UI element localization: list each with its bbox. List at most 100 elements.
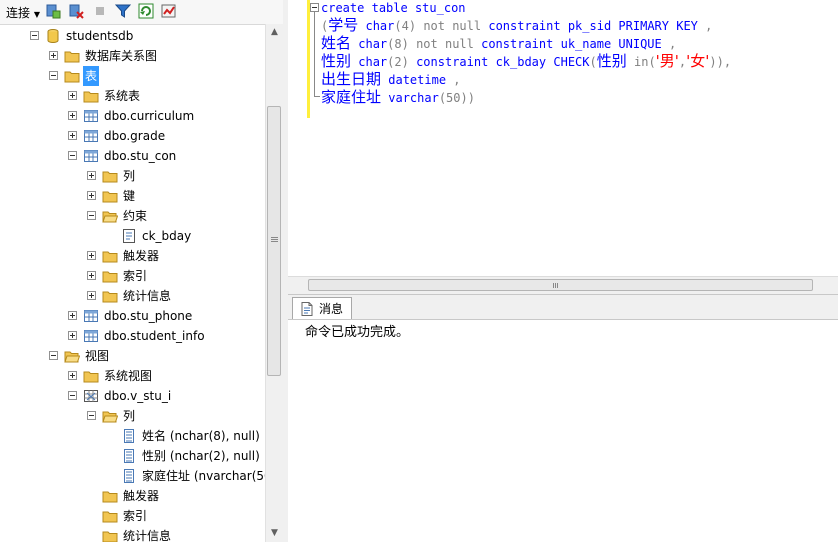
folder-icon bbox=[64, 71, 80, 83]
expand-toggle[interactable] bbox=[68, 331, 77, 340]
activity-monitor-icon[interactable] bbox=[161, 3, 177, 19]
collapse-toggle[interactable] bbox=[49, 71, 58, 80]
expand-toggle[interactable] bbox=[87, 171, 96, 180]
scroll-up-icon[interactable]: ▲ bbox=[266, 24, 283, 41]
connect-button[interactable]: 连接 ▼ bbox=[6, 4, 40, 21]
node-label: 触发器 bbox=[123, 489, 160, 503]
tab-messages[interactable]: 消息 bbox=[292, 297, 352, 319]
tree-node-views[interactable]: 视图 bbox=[0, 346, 265, 366]
tree-node-triggers[interactable]: 触发器 bbox=[0, 246, 265, 266]
tree-node-table-grade[interactable]: dbo.grade bbox=[0, 126, 265, 146]
refresh-icon[interactable] bbox=[138, 3, 154, 19]
tree-node-table-stu-con[interactable]: dbo.stu_con bbox=[0, 146, 265, 166]
node-label: 视图 bbox=[85, 349, 110, 363]
filter-icon[interactable] bbox=[115, 3, 131, 19]
folder-icon bbox=[102, 491, 118, 503]
expand-toggle[interactable] bbox=[87, 251, 96, 260]
data-type: char bbox=[365, 19, 395, 33]
node-label-selected: 表 bbox=[83, 66, 100, 86]
outline-collapse-icon[interactable] bbox=[310, 3, 319, 12]
tree-node-column-gender[interactable]: 性别 (nchar(2), null) bbox=[0, 446, 265, 466]
expand-toggle[interactable] bbox=[87, 191, 96, 200]
tree-node-statistics[interactable]: 统计信息 bbox=[0, 286, 265, 306]
collapse-toggle[interactable] bbox=[87, 211, 96, 220]
node-label: 列 bbox=[123, 409, 136, 423]
expand-toggle[interactable] bbox=[68, 91, 77, 100]
message-text: 命令已成功完成。 bbox=[305, 325, 410, 340]
table-icon bbox=[84, 130, 98, 142]
outline-line bbox=[314, 12, 315, 96]
folder-icon bbox=[83, 371, 99, 383]
folder-icon bbox=[83, 91, 99, 103]
expand-toggle[interactable] bbox=[68, 131, 77, 140]
stop-icon[interactable] bbox=[92, 3, 108, 19]
tree-node-column-name[interactable]: 姓名 (nchar(8), null) bbox=[0, 426, 265, 446]
node-label: ck_bday bbox=[142, 229, 192, 243]
constraint-icon bbox=[123, 229, 135, 243]
explorer-vertical-scrollbar[interactable]: ▲ ▼ bbox=[265, 24, 283, 542]
tree-node-view-triggers[interactable]: 触发器 bbox=[0, 486, 265, 506]
tree-node-column-address[interactable]: 家庭住址 (nvarchar(50 bbox=[0, 466, 265, 486]
disconnect-icon[interactable] bbox=[68, 3, 84, 19]
tree-node-view-statistics[interactable]: 统计信息 bbox=[0, 526, 265, 542]
expand-toggle[interactable] bbox=[68, 111, 77, 120]
node-label: 索引 bbox=[123, 269, 148, 283]
collapse-toggle[interactable] bbox=[49, 351, 58, 360]
editor-horizontal-scrollbar[interactable] bbox=[288, 276, 838, 294]
connect-server-icon[interactable] bbox=[45, 3, 61, 19]
tree-node-constraint-ck-bday[interactable]: ck_bday bbox=[0, 226, 265, 246]
sql-code[interactable]: create table stu_con (学号 char(4) not null… bbox=[321, 0, 731, 107]
tree-node-table-student-info[interactable]: dbo.student_info bbox=[0, 326, 265, 346]
expand-toggle[interactable] bbox=[87, 291, 96, 300]
folder-icon bbox=[102, 271, 118, 283]
folder-icon bbox=[102, 511, 118, 523]
scrollbar-thumb[interactable] bbox=[267, 106, 281, 376]
tree-node-database[interactable]: studentsdb bbox=[0, 26, 265, 46]
collapse-toggle[interactable] bbox=[68, 391, 77, 400]
collapse-toggle[interactable] bbox=[87, 411, 96, 420]
collapse-toggle[interactable] bbox=[30, 31, 39, 40]
scroll-down-icon[interactable]: ▼ bbox=[266, 525, 283, 542]
folder-open-icon bbox=[64, 351, 80, 363]
column-name: 出生日期 bbox=[321, 70, 382, 88]
tree-node-view-columns[interactable]: 列 bbox=[0, 406, 265, 426]
results-tabstrip: 消息 bbox=[288, 295, 838, 320]
tree-node-indexes[interactable]: 索引 bbox=[0, 266, 265, 286]
node-label: dbo.grade bbox=[104, 129, 166, 143]
tree-node-db-diagrams[interactable]: 数据库关系图 bbox=[0, 46, 265, 66]
tree-node-constraints[interactable]: 约束 bbox=[0, 206, 265, 226]
node-label: 列 bbox=[123, 169, 136, 183]
column-icon bbox=[124, 449, 134, 463]
scrollbar-thumb[interactable] bbox=[308, 279, 813, 291]
punct: )), bbox=[709, 55, 732, 69]
folder-icon bbox=[102, 191, 118, 203]
tree-node-view-indexes[interactable]: 索引 bbox=[0, 506, 265, 526]
tree-node-table-stu-phone[interactable]: dbo.stu_phone bbox=[0, 306, 265, 326]
grip-icon bbox=[553, 283, 554, 288]
constraint-name: ck_bday bbox=[495, 55, 547, 69]
folder-icon bbox=[102, 171, 118, 183]
node-label: 系统表 bbox=[104, 89, 141, 103]
string-literal: '男' bbox=[655, 52, 679, 70]
tree-node-keys[interactable]: 键 bbox=[0, 186, 265, 206]
tree-node-table-curriculum[interactable]: dbo.curriculum bbox=[0, 106, 265, 126]
tree-node-tables[interactable]: 表 bbox=[0, 66, 265, 86]
code-line-1: create table stu_con bbox=[321, 0, 731, 17]
tree-node-columns[interactable]: 列 bbox=[0, 166, 265, 186]
node-label: 系统视图 bbox=[104, 369, 153, 383]
code-line-2: (学号 char(4) not null constraint pk_sid P… bbox=[321, 17, 731, 35]
tree-node-system-views[interactable]: 系统视图 bbox=[0, 366, 265, 386]
constraint-name: pk_sid bbox=[567, 19, 612, 33]
node-label: 姓名 (nchar(8), null) bbox=[142, 429, 260, 443]
tree-node-system-tables[interactable]: 系统表 bbox=[0, 86, 265, 106]
collapse-toggle[interactable] bbox=[68, 151, 77, 160]
tree-node-view-v-stu-i[interactable]: dbo.v_stu_i bbox=[0, 386, 265, 406]
connect-label: 连接 bbox=[6, 6, 31, 20]
query-editor[interactable]: create table stu_con (学号 char(4) not null… bbox=[288, 0, 838, 276]
expand-toggle[interactable] bbox=[49, 51, 58, 60]
expand-toggle[interactable] bbox=[87, 271, 96, 280]
code-line-4: 性别 char(2) constraint ck_bday CHECK(性别 i… bbox=[321, 53, 731, 71]
table-icon bbox=[84, 330, 98, 342]
expand-toggle[interactable] bbox=[68, 311, 77, 320]
expand-toggle[interactable] bbox=[68, 371, 77, 380]
